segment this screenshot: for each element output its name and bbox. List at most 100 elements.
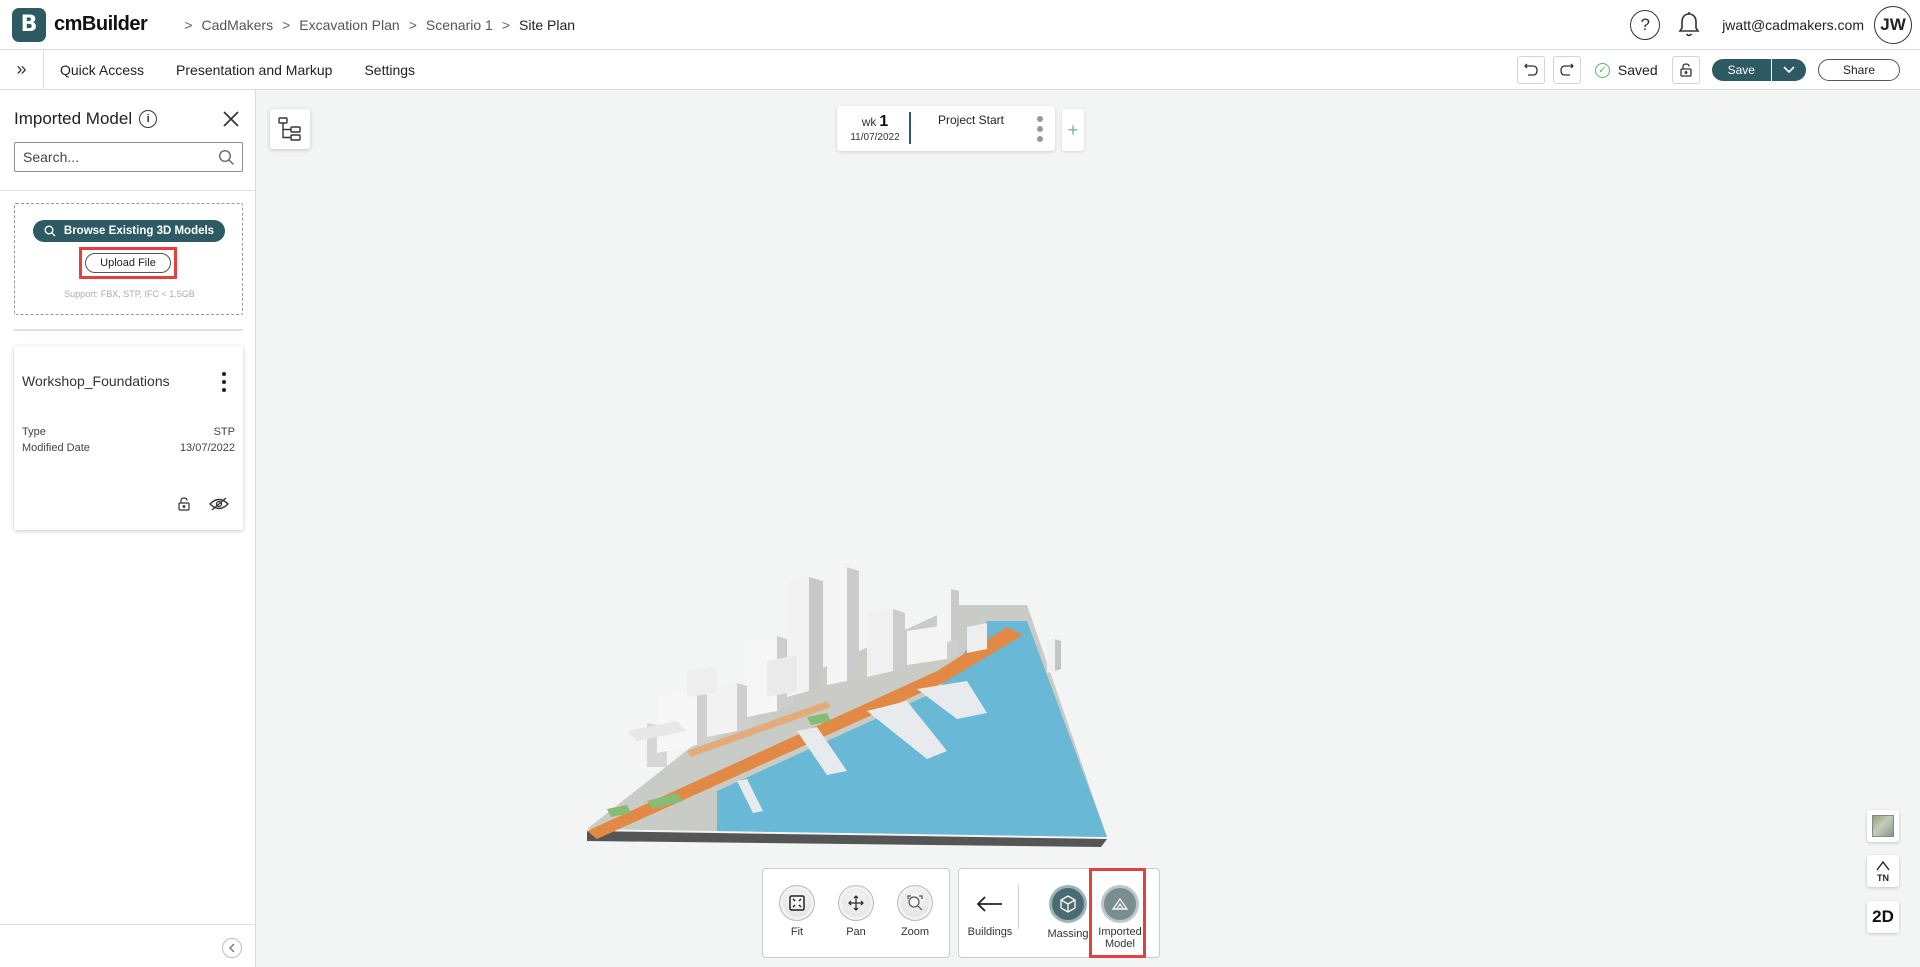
app-logo[interactable]: B cmBuilder (12, 7, 148, 42)
share-button[interactable]: Share (1817, 59, 1900, 81)
model-card-actions (177, 496, 229, 512)
zoom-tool[interactable]: Zoom (893, 885, 937, 938)
close-icon[interactable] (220, 108, 242, 130)
fit-label: Fit (790, 926, 804, 938)
user-email[interactable]: jwatt@cadmakers.com (1722, 17, 1864, 33)
week-prefix: wk (861, 115, 877, 129)
divider (0, 924, 255, 925)
expand-panel-button[interactable]: » (0, 49, 44, 90)
model-tree-button[interactable] (270, 109, 310, 149)
week-date: 11/07/2022 (850, 132, 900, 143)
breadcrumb-item-project[interactable]: Excavation Plan (299, 17, 399, 33)
more-vertical-icon[interactable] (221, 372, 227, 392)
search-icon (44, 225, 56, 237)
browse-models-label: Browse Existing 3D Models (63, 225, 215, 237)
pan-tool[interactable]: Pan (834, 885, 878, 938)
chevron-down-icon (1783, 66, 1795, 74)
panel-header: Imported Model i (14, 106, 242, 132)
pan-label: Pan (846, 926, 866, 938)
model-name: Workshop_Foundations (22, 373, 170, 389)
search-icon[interactable] (218, 149, 235, 166)
buildings-label: Buildings (967, 926, 1013, 938)
panel-title: Imported Model (14, 109, 133, 128)
search-box (14, 142, 243, 172)
massing-label: Massing (1047, 928, 1089, 940)
search-input[interactable] (23, 149, 203, 165)
imported-model-highlight-box (1089, 868, 1146, 958)
model-type-row: Type STP (22, 426, 235, 438)
cube-icon (1049, 885, 1087, 923)
menu-quick-access[interactable]: Quick Access (60, 62, 144, 78)
breadcrumb: > CadMakers > Excavation Plan > Scenario… (175, 17, 575, 33)
header-actions: ? jwatt@cadmakers.com JW (1630, 0, 1912, 50)
model-date-value: 13/07/2022 (179, 442, 235, 454)
zoom-icon (897, 885, 933, 921)
true-north-button[interactable]: TN (1867, 855, 1899, 887)
save-button[interactable]: Save (1711, 59, 1772, 81)
save-options-button[interactable] (1771, 59, 1806, 81)
chevron-right-icon: > (282, 16, 291, 33)
help-icon[interactable]: ? (1630, 10, 1661, 40)
breadcrumb-item-current: Site Plan (519, 16, 576, 33)
fit-tool[interactable]: Fit (775, 885, 819, 938)
chevron-left-icon (229, 943, 235, 953)
redo-icon (1560, 63, 1574, 76)
true-north-label: TN (1877, 873, 1889, 883)
timeline-week: wk 1 11/07/2022 (845, 113, 905, 143)
app-name: cmBuilder (54, 13, 148, 35)
upload-drop-zone[interactable]: Browse Existing 3D Models Upload File Su… (14, 203, 243, 315)
avatar[interactable]: JW (1874, 6, 1912, 44)
menu-presentation-markup[interactable]: Presentation and Markup (176, 62, 332, 78)
timeline-marker (909, 112, 911, 144)
breadcrumb-item-org[interactable]: CadMakers (202, 17, 274, 33)
basemap-toggle-button[interactable] (1867, 810, 1899, 842)
unlock-icon (1679, 63, 1692, 77)
pan-icon (838, 885, 874, 921)
saved-label: Saved (1617, 62, 1658, 78)
view-mode-toggle-button[interactable]: 2D (1867, 901, 1899, 933)
back-to-buildings-button[interactable]: Buildings (965, 889, 1015, 938)
menubar-actions: ✓ Saved Save Share (1509, 50, 1900, 90)
week-number: 1 (879, 113, 889, 130)
model-type-value: STP (213, 426, 235, 438)
add-milestone-button[interactable]: + (1062, 109, 1084, 151)
lock-button[interactable] (1671, 56, 1700, 84)
top-header: B cmBuilder > CadMakers > Excavation Pla… (0, 0, 1920, 50)
more-vertical-icon[interactable] (1037, 116, 1043, 142)
info-icon[interactable]: i (139, 110, 158, 128)
undo-button[interactable] (1516, 56, 1545, 84)
navigation-tools-panel: Fit Pan Zoom (762, 868, 950, 958)
3d-city-model[interactable] (587, 431, 1367, 871)
collapse-panel-button[interactable] (222, 938, 242, 958)
chevron-right-icon: > (184, 16, 193, 33)
bell-icon[interactable] (1674, 10, 1704, 40)
zoom-label: Zoom (900, 926, 930, 938)
timeline-milestone[interactable]: wk 1 11/07/2022 Project Start (837, 106, 1055, 151)
upload-support-text: Support: FBX, STP, IFC < 1.5GB (64, 289, 195, 299)
viewport-canvas[interactable]: wk 1 11/07/2022 Project Start + Fit Pan … (257, 91, 1920, 967)
redo-button[interactable] (1552, 56, 1581, 84)
model-date-row: Modified Date 13/07/2022 (22, 442, 235, 454)
view-mode-label: 2D (1872, 907, 1894, 926)
model-type-label: Type (22, 426, 46, 438)
chevron-right-icon: > (408, 16, 417, 33)
divider (0, 190, 255, 191)
milestone-label: Project Start (937, 113, 1005, 127)
menu-settings[interactable]: Settings (364, 62, 415, 78)
breadcrumb-item-scenario[interactable]: Scenario 1 (426, 17, 493, 33)
imported-model-panel: Imported Model i Browse Existing 3D Mode… (0, 90, 256, 967)
check-circle-icon: ✓ (1594, 62, 1610, 78)
browse-models-button[interactable]: Browse Existing 3D Models (33, 220, 225, 242)
save-status: ✓ Saved (1594, 62, 1658, 78)
chevron-right-icon: > (501, 16, 510, 33)
save-button-group: Save (1711, 59, 1806, 81)
undo-icon (1523, 63, 1538, 76)
hierarchy-tree-icon (278, 117, 301, 141)
eye-off-icon[interactable] (209, 497, 229, 511)
menu-bar: » Quick Access Presentation and Markup S… (0, 49, 1920, 90)
unlock-icon[interactable] (177, 496, 191, 512)
arrow-left-icon (965, 889, 1015, 919)
massing-layer-button[interactable]: Massing (1041, 885, 1095, 940)
divider (1018, 885, 1019, 929)
model-card[interactable]: Workshop_Foundations Type STP Modified D… (14, 346, 243, 530)
